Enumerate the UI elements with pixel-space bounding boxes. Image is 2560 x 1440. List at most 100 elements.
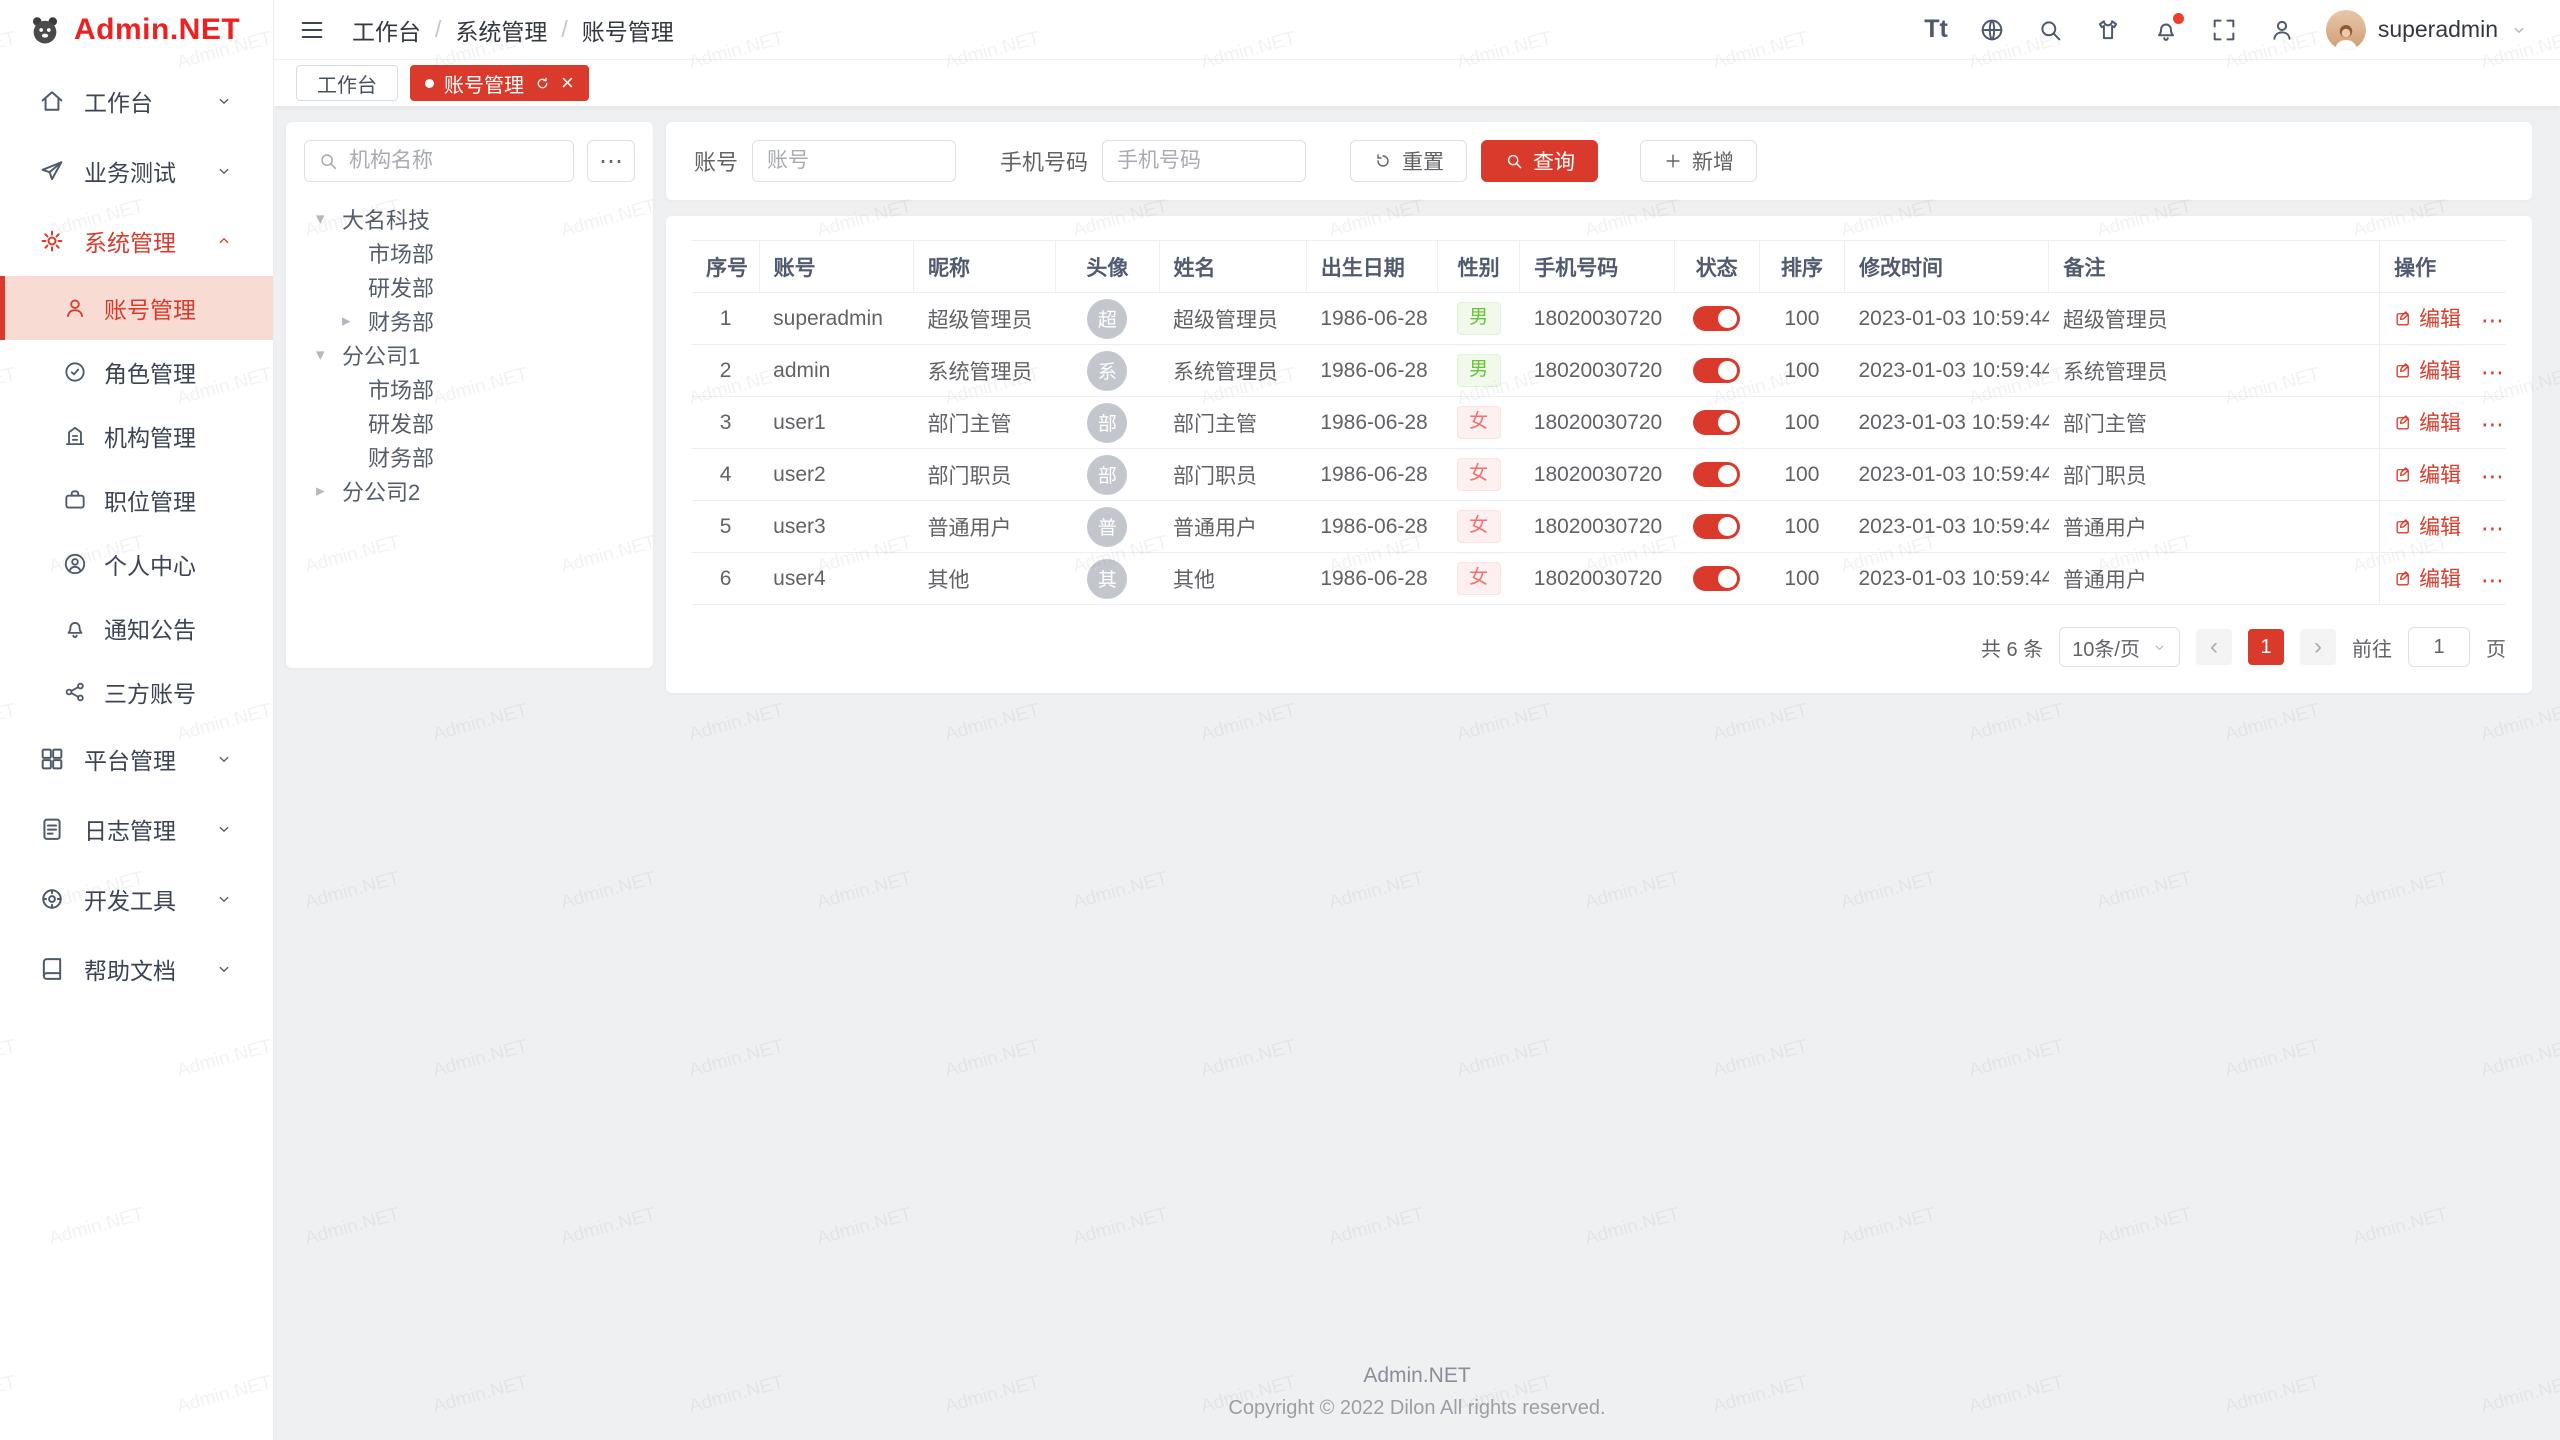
sidebar-item-business-test[interactable]: 业务测试: [0, 136, 273, 206]
tree-node[interactable]: 市场部: [316, 372, 635, 406]
search-button[interactable]: 查询: [1481, 140, 1598, 182]
row-more-button[interactable]: ⋯: [2481, 463, 2505, 489]
sidebar-item-workbench[interactable]: 工作台: [0, 66, 273, 136]
edit-button[interactable]: 编辑: [2394, 511, 2461, 541]
sidebar-item-third-party-account[interactable]: 三方账号: [0, 660, 273, 724]
search-icon[interactable]: [2036, 16, 2064, 44]
org-search-input[interactable]: [304, 140, 574, 182]
chevron-down-icon: [215, 92, 233, 110]
phone-input[interactable]: [1102, 140, 1306, 182]
hamburger-menu-icon[interactable]: [298, 16, 326, 44]
cell-index: 4: [692, 449, 759, 501]
row-more-button[interactable]: ⋯: [2481, 411, 2505, 437]
tab-workbench[interactable]: 工作台: [296, 65, 398, 101]
row-more-button[interactable]: ⋯: [2481, 359, 2505, 385]
fullscreen-icon[interactable]: [2210, 16, 2238, 44]
cell-name: 部门职员: [1159, 449, 1306, 501]
goto-page-input[interactable]: [2408, 627, 2470, 667]
tree-node[interactable]: ▸ 财务部: [316, 304, 635, 338]
status-toggle[interactable]: [1693, 306, 1740, 331]
status-toggle[interactable]: [1693, 410, 1740, 435]
edit-button[interactable]: 编辑: [2394, 355, 2461, 385]
caret-down-icon[interactable]: ▾: [316, 345, 342, 365]
user-menu[interactable]: superadmin: [2326, 10, 2528, 50]
sidebar-item-notice[interactable]: 通知公告: [0, 596, 273, 660]
row-more-button[interactable]: ⋯: [2481, 307, 2505, 333]
next-page-button[interactable]: ›: [2300, 629, 2336, 665]
grid-icon: [38, 745, 66, 773]
status-toggle[interactable]: [1693, 462, 1740, 487]
table-body: 1 superadmin 超级管理员 超 超级管理员 1986-06-28 男 …: [692, 293, 2506, 605]
sidebar-item-personal-center[interactable]: 个人中心: [0, 532, 273, 596]
cell-avatar: 系: [1056, 345, 1159, 397]
status-toggle[interactable]: [1693, 514, 1740, 539]
theme-skin-icon[interactable]: [2094, 16, 2122, 44]
table-row: 6 user4 其他 其 其他 1986-06-28 女 18020030720: [692, 553, 2506, 605]
sidebar-item-system-management[interactable]: 系统管理: [0, 206, 273, 276]
content-area: ⋯ ▾ 大名科技 市场部 研发部 ▸ 财务部: [274, 106, 2560, 1440]
page-size-select[interactable]: 10条/页: [2059, 627, 2180, 667]
edit-button[interactable]: 编辑: [2394, 459, 2461, 489]
tree-node[interactable]: 财务部: [316, 440, 635, 474]
gear-icon: [38, 227, 66, 255]
cell-order: 100: [1759, 293, 1844, 345]
notification-badge-dot: [2173, 13, 2184, 24]
breadcrumb-item[interactable]: 工作台: [352, 13, 421, 47]
column-header: 头像: [1056, 241, 1159, 293]
cell-remark: 普通用户: [2049, 553, 2380, 605]
sidebar-item-help-docs[interactable]: 帮助文档: [0, 934, 273, 1004]
edit-button[interactable]: 编辑: [2394, 303, 2461, 333]
sidebar-item-role-management[interactable]: 角色管理: [0, 340, 273, 404]
cell-index: 5: [692, 501, 759, 553]
cell-modified-time: 2023-01-03 10:59:44: [1844, 345, 2048, 397]
tab-account-management[interactable]: 账号管理 ×: [410, 65, 589, 101]
sidebar-item-dev-tools[interactable]: 开发工具: [0, 864, 273, 934]
caret-right-icon[interactable]: ▸: [316, 481, 342, 501]
font-size-icon[interactable]: Tt: [1924, 15, 1948, 44]
footer-copyright: Copyright © 2022 Dilon All rights reserv…: [274, 1397, 2560, 1420]
caret-right-icon[interactable]: ▸: [342, 311, 368, 331]
cell-account: user1: [759, 397, 913, 449]
current-page-button[interactable]: 1: [2248, 629, 2284, 665]
edit-button[interactable]: 编辑: [2394, 563, 2461, 593]
accounts-table: 序号 账号 昵称 头像 姓名 出生日期 性别 手机号码 状态 排序 修改时间 备…: [692, 240, 2506, 605]
refresh-icon[interactable]: [534, 75, 551, 92]
caret-down-icon[interactable]: ▾: [316, 209, 342, 229]
reset-button[interactable]: 重置: [1350, 140, 1467, 182]
cell-gender: 女: [1438, 553, 1520, 605]
row-more-button[interactable]: ⋯: [2481, 515, 2505, 541]
prev-page-button[interactable]: ‹: [2196, 629, 2232, 665]
edit-button[interactable]: 编辑: [2394, 407, 2461, 437]
sidebar-item-org-management[interactable]: 机构管理: [0, 404, 273, 468]
notifications-bell-icon[interactable]: [2152, 16, 2180, 44]
gender-badge: 女: [1457, 562, 1501, 595]
tree-node[interactable]: 研发部: [316, 270, 635, 304]
sidebar-item-position-management[interactable]: 职位管理: [0, 468, 273, 532]
account-input[interactable]: [752, 140, 956, 182]
org-more-button[interactable]: ⋯: [587, 140, 635, 182]
column-header: 备注: [2049, 241, 2380, 293]
cell-gender: 女: [1438, 501, 1520, 553]
sidebar-item-platform-management[interactable]: 平台管理: [0, 724, 273, 794]
tree-node[interactable]: ▸ 分公司2: [316, 474, 635, 508]
chevron-down-icon: [215, 820, 233, 838]
sidebar-item-log-management[interactable]: 日志管理: [0, 794, 273, 864]
add-button[interactable]: 新增: [1640, 140, 1757, 182]
query-form: 账号 手机号码 重置 查询 新增: [666, 122, 2532, 200]
tree-node[interactable]: ▾ 分公司1: [316, 338, 635, 372]
avatar-badge: 系: [1087, 351, 1127, 391]
tree-node[interactable]: ▾ 大名科技: [316, 202, 635, 236]
status-toggle[interactable]: [1693, 566, 1740, 591]
language-icon[interactable]: [1978, 16, 2006, 44]
breadcrumb-item[interactable]: 系统管理: [455, 13, 547, 47]
table-row: 1 superadmin 超级管理员 超 超级管理员 1986-06-28 男 …: [692, 293, 2506, 345]
sidebar-item-account-management[interactable]: 账号管理: [0, 276, 273, 340]
status-toggle[interactable]: [1693, 358, 1740, 383]
tree-node[interactable]: 市场部: [316, 236, 635, 270]
profile-settings-icon[interactable]: [2268, 16, 2296, 44]
column-header: 出生日期: [1306, 241, 1437, 293]
close-icon[interactable]: ×: [561, 72, 574, 94]
tree-node[interactable]: 研发部: [316, 406, 635, 440]
app-logo[interactable]: Admin.NET: [0, 0, 273, 60]
row-more-button[interactable]: ⋯: [2481, 567, 2505, 593]
